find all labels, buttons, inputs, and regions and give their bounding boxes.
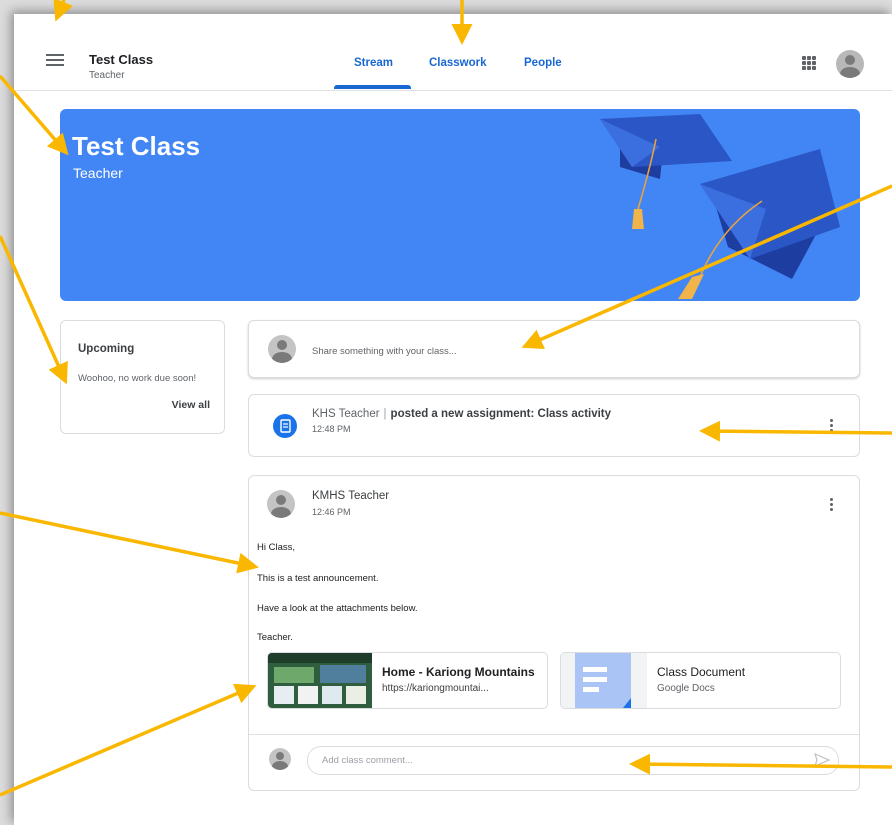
- attachment-title: Home - Kariong Mountains: [382, 665, 535, 679]
- announcement-post: KMHS Teacher 12:46 PM Hi Class, This is …: [248, 475, 860, 791]
- website-thumbnail: [268, 653, 372, 708]
- assignment-icon: [273, 414, 297, 438]
- assignment-author: KHS Teacher: [312, 408, 380, 420]
- post-author: KMHS Teacher: [312, 490, 390, 502]
- class-banner: Test Class Teacher: [60, 109, 860, 301]
- post-line: Hi Class,: [257, 542, 296, 553]
- class-comment-input[interactable]: Add class comment...: [307, 746, 839, 775]
- attachment-doc[interactable]: Class Document Google Docs: [560, 652, 841, 709]
- assignment-summary: KHS Teacher | posted a new assignment: Cla…: [312, 408, 612, 420]
- divider: [249, 734, 859, 735]
- class-section: Teacher: [89, 70, 125, 81]
- banner-title: Test Class: [72, 131, 201, 161]
- upcoming-title: Upcoming: [78, 343, 135, 355]
- post-line: This is a test announcement.: [257, 573, 379, 584]
- banner-subtitle: Teacher: [73, 165, 123, 181]
- google-docs-icon: [561, 653, 647, 708]
- tab-stream[interactable]: Stream: [354, 57, 393, 69]
- active-tab-indicator: [334, 85, 411, 89]
- classroom-page: Test Class Teacher Stream Classwork Peop…: [14, 14, 892, 825]
- send-icon[interactable]: [814, 753, 830, 767]
- attachment-url: https://kariongmountai...: [382, 683, 489, 694]
- commenter-avatar: [269, 748, 291, 770]
- assignment-action: posted a new assignment: Class activity: [390, 408, 612, 420]
- post-line: Have a look at the attachments below.: [257, 603, 418, 614]
- author-avatar: [267, 490, 295, 518]
- more-options-icon[interactable]: [830, 498, 834, 514]
- class-name[interactable]: Test Class: [89, 52, 153, 67]
- main-menu-icon[interactable]: [46, 54, 64, 68]
- account-avatar[interactable]: [836, 50, 864, 78]
- attachment-title: Class Document: [657, 665, 746, 679]
- more-options-icon[interactable]: [830, 419, 834, 435]
- comment-placeholder: Add class comment...: [322, 755, 413, 766]
- tab-classwork[interactable]: Classwork: [429, 57, 487, 69]
- tab-people[interactable]: People: [524, 57, 562, 69]
- top-app-bar: Test Class Teacher Stream Classwork Peop…: [14, 14, 892, 91]
- attachment-type: Google Docs: [657, 683, 715, 694]
- share-input-placeholder[interactable]: Share something with your class...: [312, 346, 457, 357]
- post-line: Teacher.: [257, 632, 293, 643]
- apps-grid-icon[interactable]: [802, 56, 816, 70]
- post-time: 12:46 PM: [312, 507, 351, 517]
- view-all-link[interactable]: View all: [172, 399, 210, 411]
- share-box[interactable]: Share something with your class...: [248, 320, 860, 378]
- arrow: [53, 0, 73, 22]
- user-avatar: [268, 335, 296, 363]
- assignment-post[interactable]: KHS Teacher | posted a new assignment: Cla…: [248, 394, 860, 457]
- assignment-time: 12:48 PM: [312, 424, 351, 434]
- attachment-link[interactable]: Home - Kariong Mountains https://kariong…: [267, 652, 548, 709]
- upcoming-text: Woohoo, no work due soon!: [78, 373, 197, 384]
- upcoming-card: Upcoming Woohoo, no work due soon! View …: [60, 320, 225, 434]
